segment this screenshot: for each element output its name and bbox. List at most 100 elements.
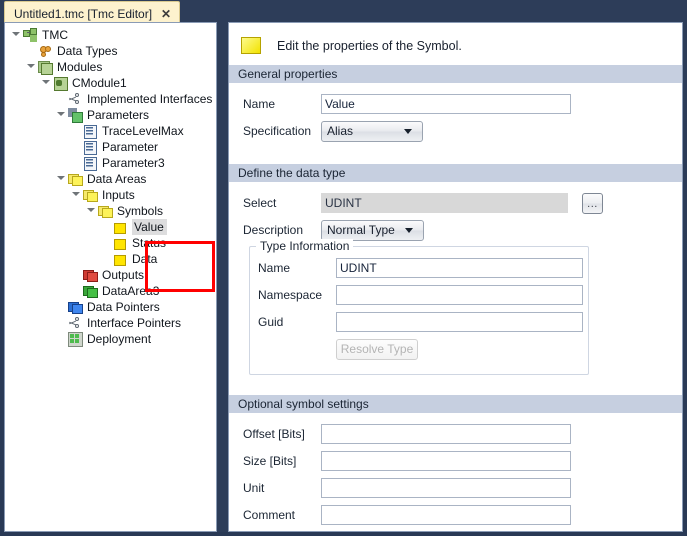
expander-open-icon[interactable] (11, 30, 22, 41)
data-areas-folder-icon (67, 171, 83, 187)
name-input[interactable] (321, 94, 571, 114)
general-properties-body: Name Specification Alias (229, 83, 682, 153)
tree-node-implemented-interfaces[interactable]: Implemented Interfaces (5, 91, 216, 107)
tmc-tree-panel[interactable]: TMC Data Types Modules CModule1 Implemented … (4, 22, 217, 532)
dataarea3-folder-icon (82, 283, 98, 299)
section-header-datatype: Define the data type (229, 164, 682, 182)
tree-node-data[interactable]: Data (5, 251, 216, 267)
tree-node-tmc[interactable]: TMC (5, 27, 216, 43)
parameters-icon (67, 107, 83, 123)
tree-node-parameters[interactable]: Parameters (5, 107, 216, 123)
tree-node-label: DataArea3 (102, 284, 160, 298)
chevron-down-icon (404, 128, 412, 134)
type-namespace-label: Namespace (258, 288, 323, 302)
specification-value: Alias (327, 124, 354, 138)
outputs-folder-icon (82, 267, 98, 283)
row-specification: Specification Alias (243, 120, 682, 142)
unit-input[interactable] (321, 478, 571, 498)
tree-node-outputs[interactable]: Outputs (5, 267, 216, 283)
tree-node-label: Interface Pointers (87, 316, 182, 330)
tree-node-inputs[interactable]: Inputs (5, 187, 216, 203)
tree-node-label: Modules (57, 60, 103, 74)
tree-node-status[interactable]: Status (5, 235, 216, 251)
comment-input[interactable] (321, 505, 571, 525)
tree-node-data-pointers[interactable]: Data Pointers (5, 299, 216, 315)
description-select[interactable]: Normal Type (321, 219, 424, 241)
browse-type-button[interactable]: ... (582, 192, 603, 214)
select-label: Select (243, 196, 277, 210)
tree-node-label: TraceLevelMax (102, 124, 184, 138)
symbols-folder-icon (97, 203, 113, 219)
tree-node-label: Parameter3 (102, 156, 165, 170)
interfaces-icon (67, 91, 83, 107)
symbol-icon (241, 37, 261, 54)
tree-node-parameter[interactable]: Parameter (5, 139, 216, 155)
section-header-general: General properties (229, 65, 682, 83)
tree-node-value[interactable]: Value (5, 219, 216, 235)
tree-node-parameter3[interactable]: Parameter3 (5, 155, 216, 171)
tmc-icon (22, 27, 38, 43)
select-type-input[interactable] (321, 193, 568, 213)
symbol-icon (112, 235, 128, 251)
tab-untitled1-tmc[interactable]: Untitled1.tmc [Tmc Editor] ✕ (4, 1, 181, 22)
tree-node-cmodule1[interactable]: CModule1 (5, 75, 216, 91)
row-type-namespace: Namespace (258, 284, 588, 306)
datatype-body: Select ... Description Normal Type Type … (229, 182, 682, 381)
expander-open-icon[interactable] (41, 78, 52, 89)
tree-node-label: Deployment (87, 332, 152, 346)
tree-node-label: Implemented Interfaces (87, 92, 213, 106)
type-name-label: Name (258, 261, 291, 275)
interface-pointers-icon (67, 315, 83, 331)
tree-node-label: Inputs (102, 188, 135, 202)
size-input[interactable] (321, 451, 571, 471)
tree-node-symbols[interactable]: Symbols (5, 203, 216, 219)
close-icon[interactable]: ✕ (161, 8, 171, 20)
specification-select[interactable]: Alias (321, 120, 423, 142)
row-comment: Comment (243, 504, 682, 526)
symbol-properties-panel: Edit the properties of the Symbol. Gener… (228, 22, 683, 532)
tree-node-data-areas[interactable]: Data Areas (5, 171, 216, 187)
symbol-icon (112, 251, 128, 267)
tree-node-data-types[interactable]: Data Types (5, 43, 216, 59)
tree-node-deployment[interactable]: Deployment (5, 331, 216, 347)
expander-closed-icon[interactable] (71, 285, 82, 297)
offset-label: Offset [Bits] (243, 427, 305, 441)
tree-node-dataarea3[interactable]: DataArea3 (5, 283, 216, 299)
type-guid-input[interactable] (336, 312, 583, 332)
tree-node-modules[interactable]: Modules (5, 59, 216, 75)
tree-node-label: Outputs (102, 268, 145, 282)
expander-open-icon[interactable] (56, 110, 67, 121)
tree-node-interface-pointers[interactable]: Interface Pointers (5, 315, 216, 331)
symbol-icon (112, 219, 128, 235)
expander-closed-icon[interactable] (71, 269, 82, 281)
row-select: Select ... (243, 192, 682, 214)
resolve-type-button[interactable]: Resolve Type (336, 338, 418, 360)
panel-splitter[interactable] (217, 22, 228, 532)
deployment-icon (67, 331, 83, 347)
expander-open-icon[interactable] (56, 174, 67, 185)
tree-node-label: Value (132, 219, 167, 235)
tree-node-tracelevelmax[interactable]: TraceLevelMax (5, 123, 216, 139)
tab-label: Untitled1.tmc [Tmc Editor] (14, 6, 153, 21)
tab-strip: Untitled1.tmc [Tmc Editor] ✕ (0, 0, 687, 22)
offset-input[interactable] (321, 424, 571, 444)
tmc-editor-window: Untitled1.tmc [Tmc Editor] ✕ TMC Data Typ… (0, 0, 687, 536)
type-name-input[interactable] (336, 258, 583, 278)
expander-closed-icon[interactable] (56, 317, 67, 329)
expander-open-icon[interactable] (71, 190, 82, 201)
expander-open-icon[interactable] (26, 62, 37, 73)
type-namespace-input[interactable] (336, 285, 583, 305)
specification-label: Specification (243, 124, 312, 138)
comment-label: Comment (243, 508, 296, 522)
type-information-label: Type Information (256, 239, 354, 253)
expander-open-icon[interactable] (86, 206, 97, 217)
tree-node-label: Symbols (117, 204, 164, 218)
parameter-icon (82, 139, 98, 155)
row-size: Size [Bits] (243, 450, 682, 472)
description-value: Normal Type (327, 223, 395, 237)
